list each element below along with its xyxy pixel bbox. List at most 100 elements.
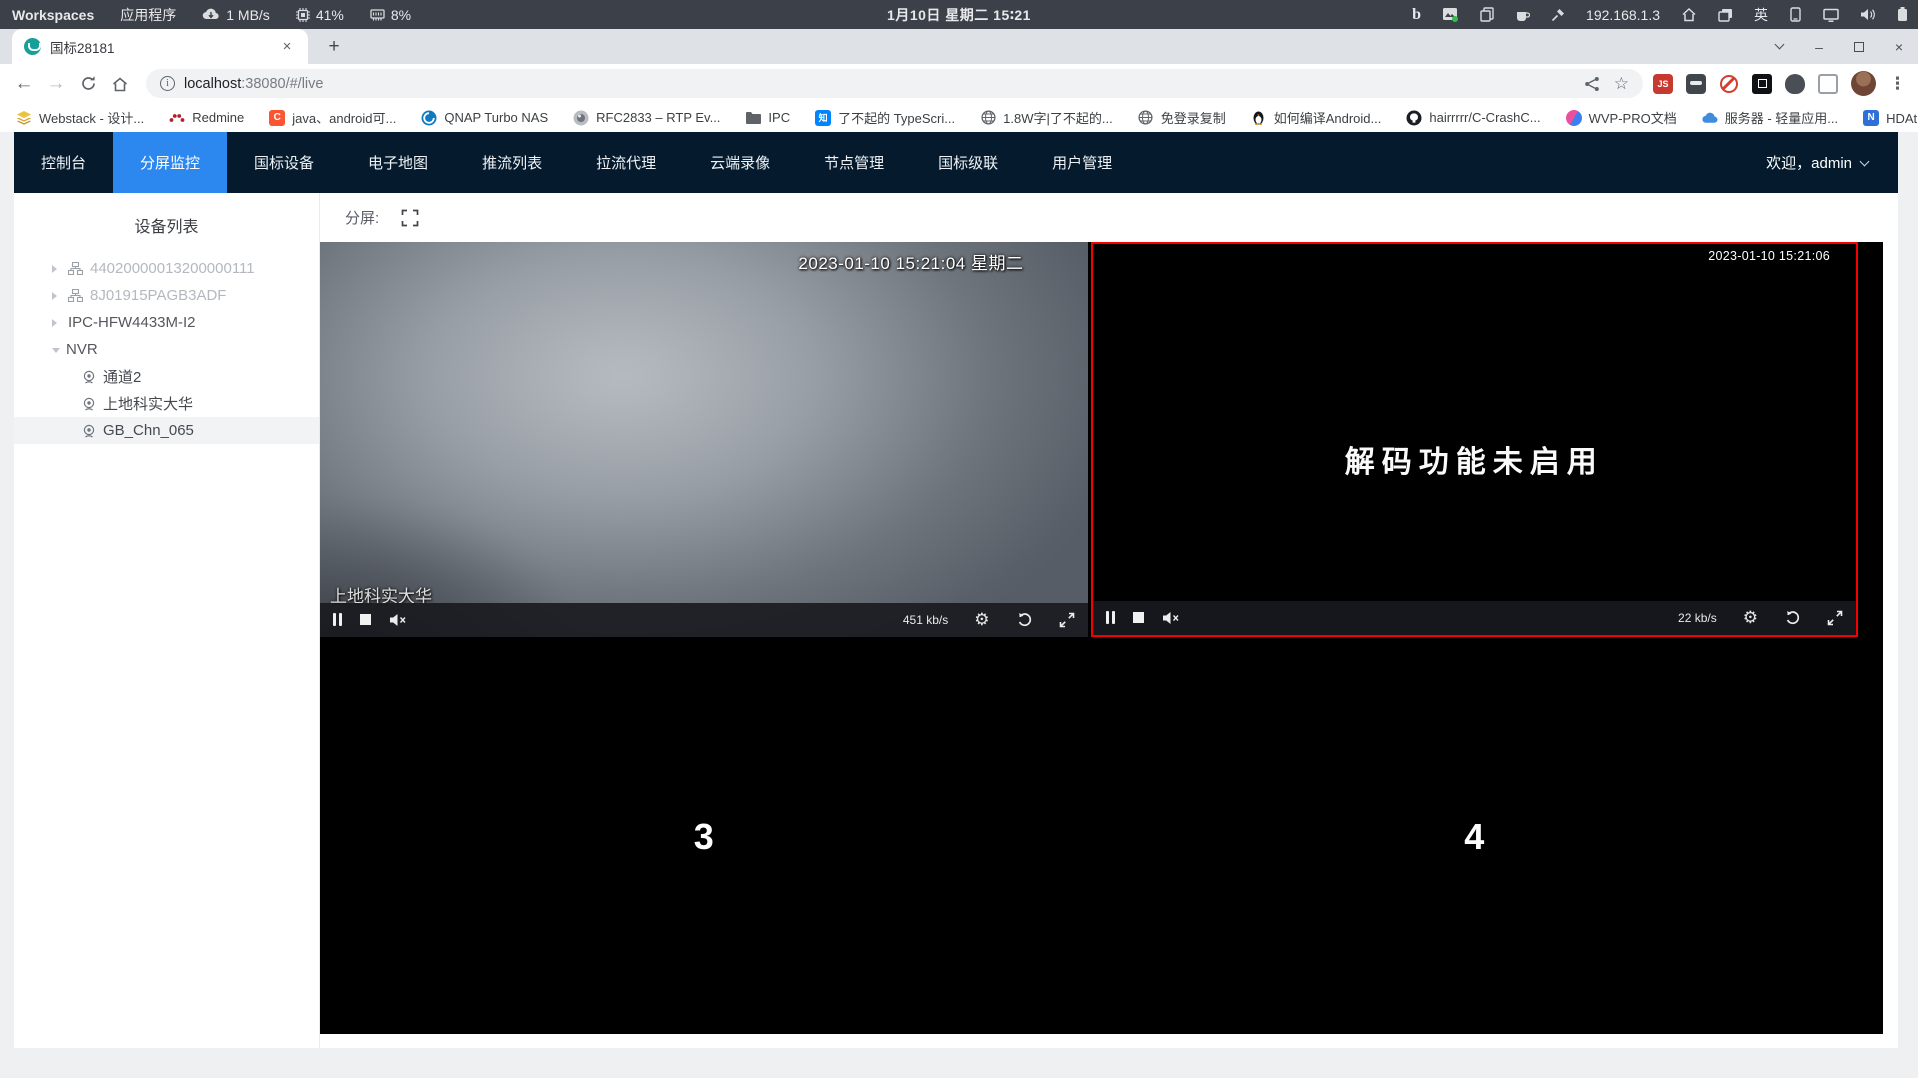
settings-icon[interactable]: ⚙ xyxy=(1743,609,1758,626)
fullscreen-icon[interactable] xyxy=(401,209,419,227)
tab-close-icon[interactable]: × xyxy=(278,38,296,56)
extension-mask-icon[interactable] xyxy=(1686,73,1706,94)
cpu-indicator[interactable]: 41% xyxy=(295,7,344,23)
bookmark-wvp-doc[interactable]: WVP-PRO文档 xyxy=(1565,108,1677,127)
profile-avatar[interactable] xyxy=(1851,71,1876,96)
mute-icon[interactable] xyxy=(389,613,407,627)
stop-button[interactable] xyxy=(1132,612,1144,623)
split-2x2-icon[interactable] xyxy=(441,210,457,226)
tree-item-device-2[interactable]: 8J01915PAGB3ADF xyxy=(14,282,319,309)
user-menu[interactable]: 欢迎，admin xyxy=(1766,132,1898,193)
window-switcher-icon[interactable] xyxy=(1718,8,1733,22)
browser-home-button[interactable] xyxy=(104,68,136,100)
mute-icon[interactable] xyxy=(1162,611,1180,625)
coffee-cup-icon[interactable] xyxy=(1515,8,1531,22)
site-info-icon[interactable]: i xyxy=(160,76,175,91)
refresh-icon[interactable] xyxy=(1784,609,1801,626)
video-window-4[interactable]: 4 xyxy=(1090,639,1858,1034)
clock-label[interactable]: 1月10日 星期二 15∶21 xyxy=(887,5,1031,25)
pause-button[interactable] xyxy=(1105,611,1115,624)
bookmark-cloud-server[interactable]: 服务器 - 轻量应用... xyxy=(1702,108,1838,127)
nav-tab-gb-devices[interactable]: 国标设备 xyxy=(227,132,341,193)
split-3x3-icon[interactable] xyxy=(479,209,496,226)
memory-icon xyxy=(370,8,385,22)
bookmark-csdn[interactable]: Cjava、android可... xyxy=(269,108,396,127)
pause-button[interactable] xyxy=(333,613,343,626)
tree-item-channel-2[interactable]: 通道2 xyxy=(14,363,319,390)
bookmark-android[interactable]: 如何编译Android... xyxy=(1251,108,1381,127)
workspaces-button[interactable]: Workspaces xyxy=(12,7,94,23)
ip-address-label[interactable]: 192.168.1.3 xyxy=(1586,7,1660,23)
minimize-button[interactable]: – xyxy=(1806,39,1832,55)
video-window-1[interactable]: 2023-01-10 15:21:04 星期二 上地科实大华 451 kb/s … xyxy=(320,242,1088,637)
expand-icon[interactable] xyxy=(1827,610,1843,626)
tab-search-icon[interactable] xyxy=(1766,39,1792,50)
nav-tab-pull-proxy[interactable]: 拉流代理 xyxy=(569,132,683,193)
color-picker-icon[interactable] xyxy=(1551,8,1565,22)
nav-tab-push-list[interactable]: 推流列表 xyxy=(455,132,569,193)
expand-icon[interactable] xyxy=(1059,612,1075,628)
bookmark-star-icon[interactable]: ☆ xyxy=(1614,74,1629,94)
browser-tab[interactable]: 国标28181 × xyxy=(12,29,308,64)
bookmark-redmine[interactable]: Redmine xyxy=(169,110,244,126)
bookmark-rfc[interactable]: RFC2833 – RTP Ev... xyxy=(573,110,720,126)
share-icon[interactable] xyxy=(1584,76,1600,92)
input-method-indicator[interactable]: 英 xyxy=(1754,5,1768,25)
display-icon[interactable] xyxy=(1823,8,1839,22)
battery-icon[interactable] xyxy=(1897,7,1908,22)
collapse-arrow-icon[interactable] xyxy=(52,347,60,357)
tree-item-device-1[interactable]: 44020000013200000111 xyxy=(14,255,319,282)
expand-arrow-icon[interactable] xyxy=(52,291,61,300)
memory-indicator[interactable]: 8% xyxy=(370,7,411,23)
bookmark-zhihu[interactable]: 知了不起的 TypeScri... xyxy=(815,108,955,127)
volume-icon[interactable] xyxy=(1860,8,1876,21)
bookmark-article1[interactable]: 1.8W字|了不起的... xyxy=(980,108,1113,127)
network-indicator[interactable]: 1 MB/s xyxy=(202,7,270,23)
bookmark-webstack[interactable]: Webstack - 设计... xyxy=(16,108,144,127)
bookmark-github[interactable]: hairrrrr/C-CrashC... xyxy=(1406,110,1541,126)
extension-blank-icon[interactable] xyxy=(1818,73,1838,94)
address-bar[interactable]: i localhost:38080/#/live ☆ xyxy=(146,69,1643,98)
nav-tab-map[interactable]: 电子地图 xyxy=(341,132,455,193)
bing-icon[interactable]: b xyxy=(1412,6,1421,24)
close-window-button[interactable]: × xyxy=(1886,39,1912,55)
new-tab-button[interactable]: + xyxy=(322,35,346,59)
tree-item-shangdi[interactable]: 上地科实大华 xyxy=(14,390,319,417)
forward-button[interactable]: → xyxy=(40,68,72,100)
browser-menu-icon[interactable]: ⋮ xyxy=(1889,74,1906,94)
nav-tab-cloud-record[interactable]: 云端录像 xyxy=(683,132,797,193)
tree-item-nvr[interactable]: NVR xyxy=(14,336,319,363)
tree-item-gb-chn-065[interactable]: GB_Chn_065 xyxy=(14,417,319,444)
expand-arrow-icon[interactable] xyxy=(52,318,61,327)
bookmark-ipc-folder[interactable]: IPC xyxy=(745,110,790,126)
bookmark-qnap[interactable]: QNAP Turbo NAS xyxy=(421,110,548,126)
reload-button[interactable] xyxy=(72,68,104,100)
maximize-button[interactable] xyxy=(1846,41,1872,52)
home-icon[interactable] xyxy=(1681,7,1697,22)
browser-tab-bar: 国标28181 × + – × xyxy=(0,29,1918,64)
extension-adblock-icon[interactable] xyxy=(1720,74,1738,93)
applications-button[interactable]: 应用程序 xyxy=(120,5,176,25)
nav-tab-console[interactable]: 控制台 xyxy=(14,132,113,193)
refresh-icon[interactable] xyxy=(1016,611,1033,628)
stop-button[interactable] xyxy=(360,614,372,625)
bookmark-hdatmos[interactable]: N HDAtmos :: 种子 *... xyxy=(1863,108,1918,127)
tree-item-ipc[interactable]: IPC-HFW4433M-I2 xyxy=(14,309,319,336)
bookmark-article2[interactable]: 免登录复制 xyxy=(1138,108,1226,127)
video-window-2[interactable]: 2023-01-10 15:21:06 解码功能未启用 22 kb/s ⚙ xyxy=(1090,242,1858,637)
nav-tab-node-manage[interactable]: 节点管理 xyxy=(797,132,911,193)
nav-tab-user-manage[interactable]: 用户管理 xyxy=(1025,132,1139,193)
extension-paw-icon[interactable] xyxy=(1785,73,1805,94)
extension-json-icon[interactable]: JS xyxy=(1653,73,1673,94)
phone-link-icon[interactable] xyxy=(1789,7,1802,22)
settings-icon[interactable]: ⚙ xyxy=(974,611,989,628)
expand-arrow-icon[interactable] xyxy=(52,264,61,273)
nav-tab-gb-cascade[interactable]: 国标级联 xyxy=(911,132,1025,193)
back-button[interactable]: ← xyxy=(8,68,40,100)
clipboard-icon[interactable] xyxy=(1480,7,1494,22)
extension-frame-icon[interactable] xyxy=(1752,73,1772,94)
url-text[interactable]: localhost:38080/#/live xyxy=(184,76,1575,92)
nav-tab-split-monitor[interactable]: 分屏监控 xyxy=(113,132,228,193)
video-window-3[interactable]: 3 xyxy=(320,639,1088,1034)
screenshot-icon[interactable] xyxy=(1442,7,1459,22)
